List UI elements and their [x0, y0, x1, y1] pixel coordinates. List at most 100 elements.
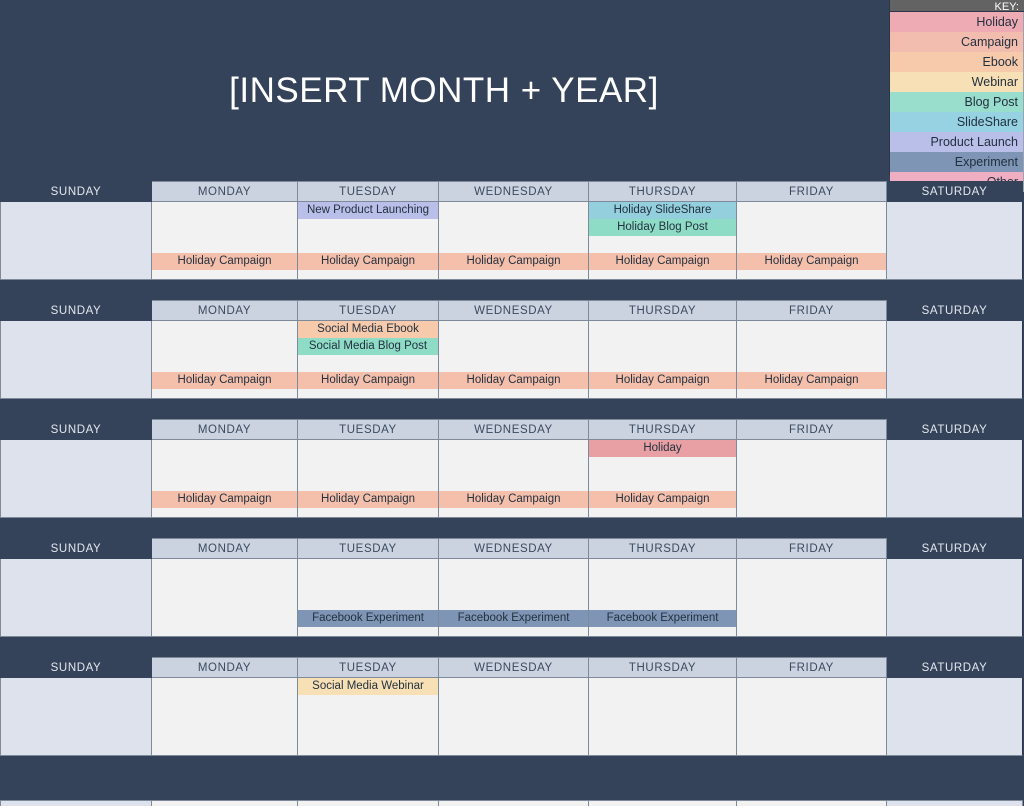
day-cell[interactable]: Holiday Holiday Campaign — [589, 440, 737, 518]
event-slot-empty[interactable] — [887, 321, 1022, 338]
event-slot-empty[interactable] — [152, 457, 297, 474]
event-slot-empty[interactable] — [1, 695, 151, 712]
event-chip-campaign[interactable]: Holiday Campaign — [152, 372, 297, 389]
event-slot-empty[interactable] — [737, 712, 886, 729]
event-slot-empty[interactable] — [737, 729, 886, 746]
event-slot-empty[interactable] — [589, 695, 736, 712]
next-week-day-cell[interactable] — [589, 800, 737, 806]
event-slot-empty[interactable] — [737, 559, 886, 576]
event-slot-empty[interactable] — [439, 576, 588, 593]
event-slot-empty[interactable] — [1, 559, 151, 576]
day-cell[interactable]: Facebook Experiment — [589, 559, 737, 637]
event-slot-empty[interactable] — [737, 219, 886, 236]
event-slot-empty[interactable] — [1, 678, 151, 695]
event-slot-empty[interactable] — [298, 355, 438, 372]
event-slot-empty[interactable] — [298, 440, 438, 457]
day-cell[interactable]: Facebook Experiment — [298, 559, 439, 637]
event-slot-empty[interactable] — [737, 338, 886, 355]
day-cell[interactable] — [737, 440, 887, 518]
event-slot-empty[interactable] — [298, 236, 438, 253]
event-slot-empty[interactable] — [887, 338, 1022, 355]
event-slot-empty[interactable] — [887, 712, 1022, 729]
event-slot-empty[interactable] — [887, 491, 1022, 508]
day-cell[interactable] — [589, 678, 737, 756]
event-slot-empty[interactable] — [589, 355, 736, 372]
event-slot-empty[interactable] — [439, 219, 588, 236]
event-slot-empty[interactable] — [152, 474, 297, 491]
event-chip-experiment[interactable]: Facebook Experiment — [589, 610, 736, 627]
event-slot-empty[interactable] — [887, 372, 1022, 389]
event-chip-campaign[interactable]: Holiday Campaign — [298, 372, 438, 389]
event-slot-empty[interactable] — [887, 253, 1022, 270]
event-slot-empty[interactable] — [439, 321, 588, 338]
event-chip-product-launch[interactable]: New Product Launching — [298, 202, 438, 219]
event-slot-empty[interactable] — [439, 236, 588, 253]
event-slot-empty[interactable] — [887, 559, 1022, 576]
event-chip-campaign[interactable]: Holiday Campaign — [737, 253, 886, 270]
next-week-day-cell[interactable] — [0, 800, 152, 806]
event-slot-empty[interactable] — [298, 474, 438, 491]
event-slot-empty[interactable] — [737, 593, 886, 610]
day-cell[interactable]: Holiday Campaign — [439, 440, 589, 518]
day-cell[interactable]: Holiday Campaign — [737, 202, 887, 280]
event-slot-empty[interactable] — [152, 695, 297, 712]
day-cell[interactable] — [0, 202, 152, 280]
event-slot-empty[interactable] — [439, 338, 588, 355]
event-slot-empty[interactable] — [1, 321, 151, 338]
event-slot-empty[interactable] — [737, 576, 886, 593]
day-cell[interactable] — [887, 202, 1023, 280]
day-cell[interactable] — [887, 440, 1023, 518]
day-cell[interactable]: Holiday SlideShare Holiday Blog Post Holid… — [589, 202, 737, 280]
event-slot-empty[interactable] — [887, 219, 1022, 236]
event-chip-campaign[interactable]: Holiday Campaign — [439, 253, 588, 270]
event-slot-empty[interactable] — [152, 440, 297, 457]
event-slot-empty[interactable] — [1, 474, 151, 491]
day-cell[interactable] — [737, 559, 887, 637]
event-chip-campaign[interactable]: Holiday Campaign — [589, 372, 736, 389]
event-slot-empty[interactable] — [1, 712, 151, 729]
event-slot-empty[interactable] — [152, 678, 297, 695]
day-cell[interactable] — [0, 559, 152, 637]
event-slot-empty[interactable] — [439, 440, 588, 457]
event-slot-empty[interactable] — [152, 355, 297, 372]
event-chip-webinar[interactable]: Social Media Webinar — [298, 678, 438, 695]
event-slot-empty[interactable] — [1, 355, 151, 372]
event-chip-campaign[interactable]: Holiday Campaign — [152, 253, 297, 270]
event-slot-empty[interactable] — [887, 729, 1022, 746]
event-slot-empty[interactable] — [298, 457, 438, 474]
event-slot-empty[interactable] — [1, 491, 151, 508]
event-slot-empty[interactable] — [737, 355, 886, 372]
day-cell[interactable]: Holiday Campaign — [439, 321, 589, 399]
event-slot-empty[interactable] — [1, 338, 151, 355]
event-chip-blog-post[interactable]: Social Media Blog Post — [298, 338, 438, 355]
day-cell[interactable]: Holiday Campaign — [737, 321, 887, 399]
event-slot-empty[interactable] — [887, 610, 1022, 627]
event-slot-empty[interactable] — [298, 593, 438, 610]
event-slot-empty[interactable] — [887, 236, 1022, 253]
event-chip-campaign[interactable]: Holiday Campaign — [589, 491, 736, 508]
event-slot-empty[interactable] — [1, 440, 151, 457]
event-slot-empty[interactable] — [298, 695, 438, 712]
event-slot-empty[interactable] — [298, 729, 438, 746]
event-slot-empty[interactable] — [1, 372, 151, 389]
event-slot-empty[interactable] — [737, 491, 886, 508]
event-slot-empty[interactable] — [589, 474, 736, 491]
next-week-day-cell[interactable] — [152, 800, 298, 806]
event-slot-empty[interactable] — [887, 440, 1022, 457]
event-slot-empty[interactable] — [1, 729, 151, 746]
event-slot-empty[interactable] — [439, 202, 588, 219]
event-slot-empty[interactable] — [1, 593, 151, 610]
day-cell[interactable]: Social Media Ebook Social Media Blog Post… — [298, 321, 439, 399]
event-chip-experiment[interactable]: Facebook Experiment — [298, 610, 438, 627]
event-chip-campaign[interactable]: Holiday Campaign — [298, 491, 438, 508]
event-slot-empty[interactable] — [298, 576, 438, 593]
event-slot-empty[interactable] — [589, 457, 736, 474]
event-slot-empty[interactable] — [152, 321, 297, 338]
day-cell[interactable] — [152, 559, 298, 637]
event-chip-slideshare[interactable]: Holiday SlideShare — [589, 202, 736, 219]
event-slot-empty[interactable] — [152, 712, 297, 729]
event-slot-empty[interactable] — [737, 457, 886, 474]
day-cell[interactable] — [0, 440, 152, 518]
event-slot-empty[interactable] — [737, 321, 886, 338]
event-slot-empty[interactable] — [152, 610, 297, 627]
